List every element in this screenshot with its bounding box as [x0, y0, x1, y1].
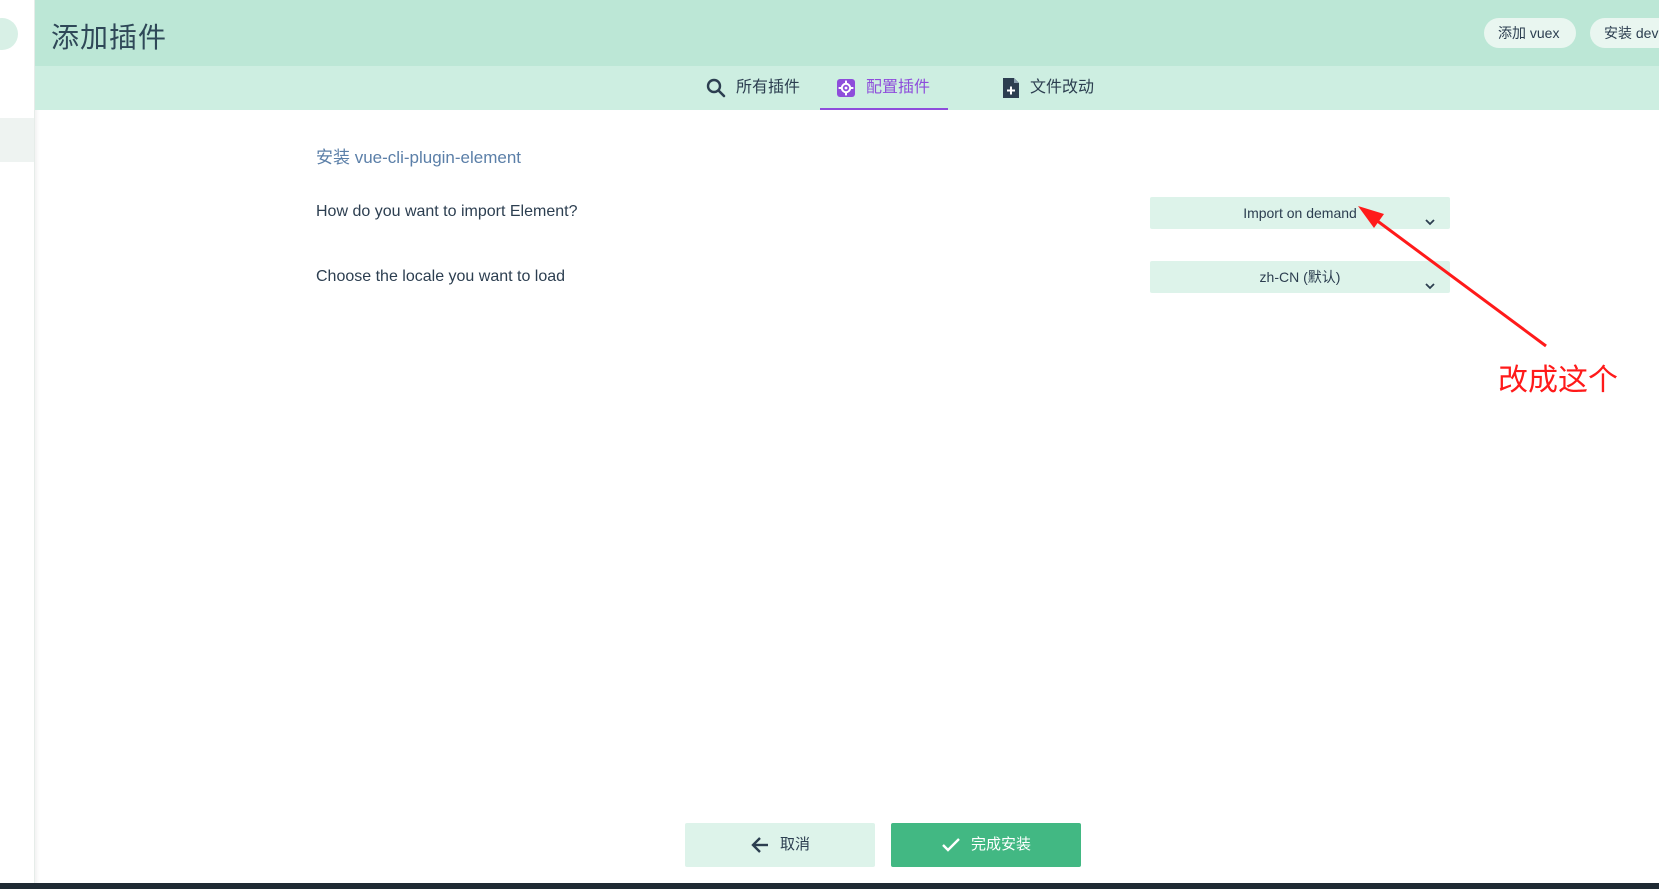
select-value: Import on demand [1243, 205, 1357, 221]
finish-install-button[interactable]: 完成安装 [891, 823, 1081, 867]
locale-select[interactable]: zh-CN (默认) [1150, 261, 1450, 293]
finish-label: 完成安装 [970, 836, 1031, 853]
annotation-arrow [1358, 206, 1547, 348]
search-icon [706, 78, 726, 98]
file-add-icon [1002, 77, 1020, 99]
gear-icon [836, 78, 856, 98]
locale-label: Choose the locale you want to load [316, 268, 566, 285]
tab-label: 所有插件 [736, 79, 801, 96]
tab-all-plugins[interactable]: 所有插件 [706, 66, 800, 110]
sidebar-top-pill[interactable] [0, 18, 18, 50]
plugin-section-title: 安装 vue-cli-plugin-element [316, 148, 522, 167]
sidebar [0, 0, 35, 889]
tab-file-changes[interactable]: 文件改动 [1002, 66, 1094, 110]
tab-bar: 所有插件 配置插件 文件改动 [35, 66, 1659, 110]
chevron-down-icon [1424, 271, 1436, 303]
import-mode-select[interactable]: Import on demand [1150, 197, 1450, 229]
tab-configure-plugin[interactable]: 配置插件 [820, 66, 949, 110]
cancel-label: 取消 [779, 836, 810, 853]
select-value: zh-CN (默认) [1259, 269, 1341, 285]
arrow-left-icon [750, 836, 770, 854]
sidebar-item-active[interactable] [0, 118, 34, 162]
tab-label: 文件改动 [1030, 79, 1095, 96]
chevron-down-icon [1424, 207, 1436, 239]
add-vuex-button[interactable]: 添加 vuex [1484, 18, 1576, 48]
import-mode-label: How do you want to import Element? [316, 203, 578, 220]
check-icon [941, 837, 961, 853]
cancel-button[interactable]: 取消 [685, 823, 875, 867]
annotation-text: 改成这个 [1498, 364, 1618, 397]
page-header: 添加插件 添加 vuex 安装 dev [35, 0, 1659, 66]
page-title: 添加插件 [51, 22, 168, 53]
tab-label: 配置插件 [866, 79, 931, 96]
taskbar-strip [0, 883, 1659, 889]
install-dev-button[interactable]: 安装 dev [1590, 18, 1659, 48]
